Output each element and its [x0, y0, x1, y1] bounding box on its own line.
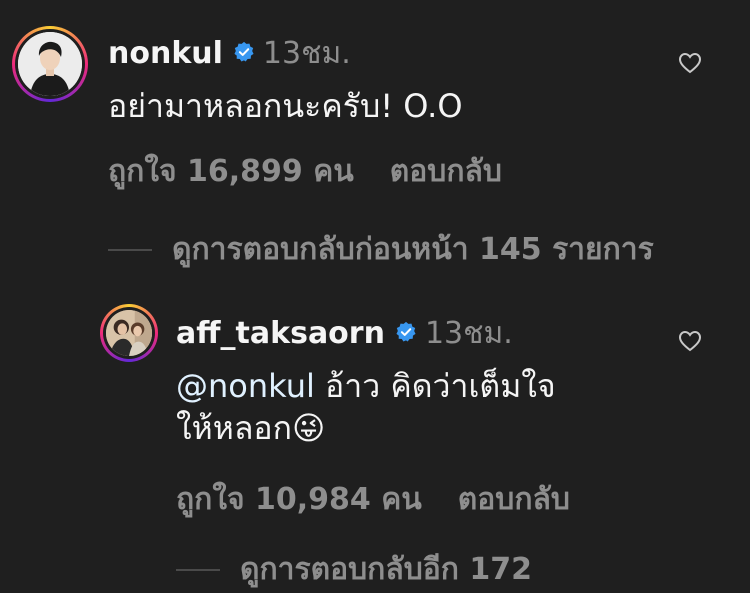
profile-photo-group-icon: [106, 310, 152, 356]
like-count[interactable]: ถูกใจ 16,899 คน: [108, 148, 354, 195]
view-previous-replies[interactable]: ดูการตอบกลับก่อนหน้า 145 รายการ: [108, 226, 654, 273]
heart-outline-icon[interactable]: [678, 330, 702, 356]
verified-badge-icon: [395, 316, 417, 351]
comment-text-line2: ให้หลอก😜: [176, 408, 326, 447]
comment-text: อย่ามาหลอกนะครับ! O.O: [108, 87, 463, 125]
comment-text: @nonkul อ้าว คิดว่าเต็มใจ ให้หลอก😜: [176, 366, 556, 449]
like-count[interactable]: ถูกใจ 10,984 คน: [176, 476, 422, 523]
comment-meta: ถูกใจ 10,984 คน ตอบกลับ: [176, 476, 570, 523]
reply-button[interactable]: ตอบกลับ: [390, 148, 502, 195]
view-more-replies[interactable]: ดูการตอบกลับอีก 172: [176, 546, 532, 593]
comment-meta: ถูกใจ 16,899 คน ตอบกลับ: [108, 148, 502, 195]
comment-text-line1: อ้าว คิดว่าเต็มใจ: [314, 367, 556, 405]
timestamp: 13ชม.: [424, 316, 513, 351]
profile-photo-man-icon: [18, 32, 82, 96]
timestamp: 13ชม.: [262, 36, 351, 71]
verified-badge-icon: [233, 36, 255, 71]
avatar[interactable]: [12, 26, 88, 102]
avatar[interactable]: [100, 304, 158, 362]
divider: [176, 568, 220, 571]
view-previous-replies-label[interactable]: ดูการตอบกลับก่อนหน้า 145 รายการ: [172, 226, 654, 273]
username[interactable]: nonkul: [108, 36, 223, 71]
mention-link[interactable]: @nonkul: [176, 367, 315, 405]
reply-button[interactable]: ตอบกลับ: [458, 476, 570, 523]
divider: [108, 248, 152, 251]
comment-header: aff_taksaorn 13ชม.: [176, 310, 513, 357]
username[interactable]: aff_taksaorn: [176, 316, 385, 351]
comment-header: nonkul 13ชม.: [108, 30, 351, 77]
view-more-replies-label[interactable]: ดูการตอบกลับอีก 172: [240, 546, 532, 593]
heart-outline-icon[interactable]: [678, 52, 702, 78]
